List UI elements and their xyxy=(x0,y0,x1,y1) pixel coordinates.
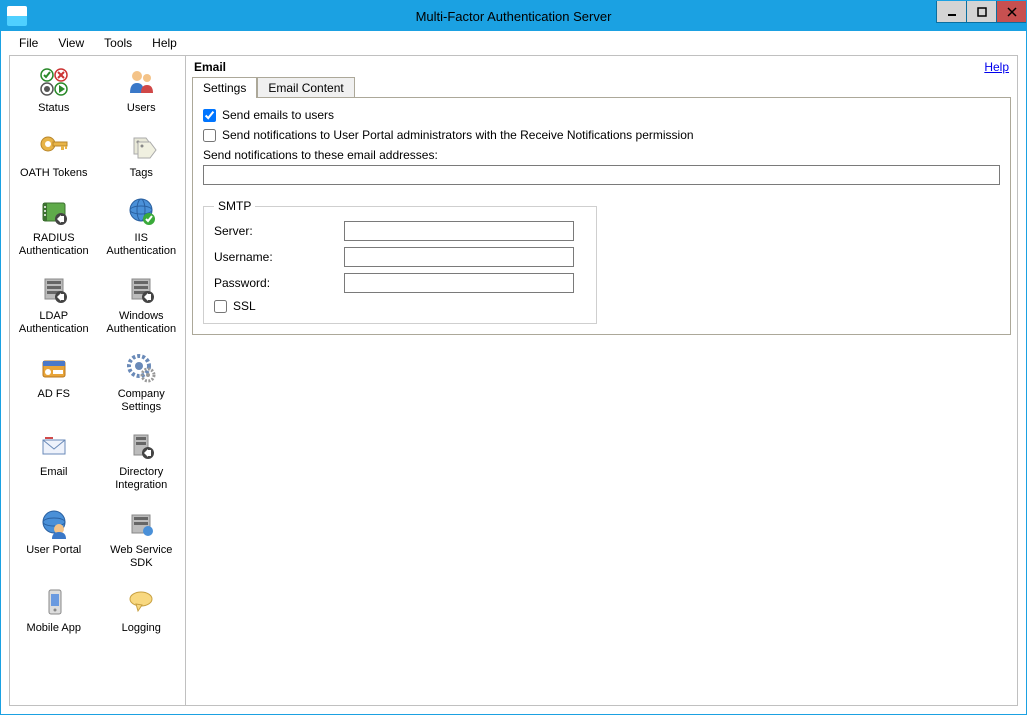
smtp-password-row: Password: xyxy=(214,273,586,293)
smtp-username-input[interactable] xyxy=(344,247,574,267)
minimize-button[interactable] xyxy=(936,1,966,23)
sidebar-item-directory-integration[interactable]: Directory Integration xyxy=(98,424,186,502)
users-icon xyxy=(123,64,159,100)
logging-icon xyxy=(123,584,159,620)
gear-icon xyxy=(123,350,159,386)
ldap-icon xyxy=(36,272,72,308)
app-icon xyxy=(7,6,27,26)
sidebar-item-label: User Portal xyxy=(26,544,81,557)
menu-view[interactable]: View xyxy=(50,34,92,52)
sidebar-item-label: Directory Integration xyxy=(100,466,184,492)
sidebar-item-oath-tokens[interactable]: OATH Tokens xyxy=(10,125,98,190)
send-emails-label: Send emails to users xyxy=(222,108,334,122)
tab-body-settings: Send emails to users Send notifications … xyxy=(192,98,1011,335)
sidebar-item-windows-authentication[interactable]: Windows Authentication xyxy=(98,268,186,346)
tab-strip: Settings Email Content xyxy=(192,76,1011,98)
sidebar-item-user-portal[interactable]: User Portal xyxy=(10,502,98,580)
smtp-server-input[interactable] xyxy=(344,221,574,241)
sidebar-item-label: Web Service SDK xyxy=(100,544,184,570)
send-notifications-checkbox[interactable] xyxy=(203,129,216,142)
sidebar-item-radius-authentication[interactable]: RADIUS Authentication xyxy=(10,190,98,268)
send-emails-checkbox[interactable] xyxy=(203,109,216,122)
mobile-icon xyxy=(36,584,72,620)
tab-email-content[interactable]: Email Content xyxy=(257,77,354,97)
page-title: Email xyxy=(194,60,226,74)
sidebar-item-logging[interactable]: Logging xyxy=(98,580,186,645)
sidebar-item-users[interactable]: Users xyxy=(98,60,186,125)
maximize-button[interactable] xyxy=(966,1,996,23)
radius-icon xyxy=(36,194,72,230)
send-notifications-row: Send notifications to User Portal admini… xyxy=(203,128,1000,142)
sidebar-item-label: Windows Authentication xyxy=(100,310,184,336)
sidebar-item-mobile-app[interactable]: Mobile App xyxy=(10,580,98,645)
directory-icon xyxy=(123,428,159,464)
window-title: Multi-Factor Authentication Server xyxy=(1,9,1026,24)
smtp-server-label: Server: xyxy=(214,224,344,238)
send-notifications-label: Send notifications to User Portal admini… xyxy=(222,128,694,142)
sidebar-item-label: LDAP Authentication xyxy=(12,310,96,336)
main-pane: Status Users OATH Tokens Tags xyxy=(9,55,1018,706)
smtp-server-row: Server: xyxy=(214,221,586,241)
smtp-ssl-label: SSL xyxy=(233,299,256,313)
smtp-ssl-checkbox[interactable] xyxy=(214,300,227,313)
smtp-fieldset: SMTP Server: Username: Password: xyxy=(203,199,597,324)
titlebar: Multi-Factor Authentication Server xyxy=(1,1,1026,31)
content-header: Email Help xyxy=(192,60,1011,76)
maximize-icon xyxy=(977,7,987,17)
sidebar-item-label: Logging xyxy=(122,622,161,635)
menubar: File View Tools Help xyxy=(1,31,1026,55)
sidebar-item-ldap-authentication[interactable]: LDAP Authentication xyxy=(10,268,98,346)
tab-settings[interactable]: Settings xyxy=(192,77,257,98)
close-icon xyxy=(1007,7,1017,17)
status-icon xyxy=(36,64,72,100)
email-icon xyxy=(36,428,72,464)
menu-help[interactable]: Help xyxy=(144,34,185,52)
addresses-input[interactable] xyxy=(203,165,1000,185)
addresses-label: Send notifications to these email addres… xyxy=(203,148,1000,162)
adfs-icon xyxy=(36,350,72,386)
app-window: Multi-Factor Authentication Server File … xyxy=(0,0,1027,715)
key-icon xyxy=(36,129,72,165)
sidebar-item-label: Email xyxy=(40,466,68,479)
smtp-username-label: Username: xyxy=(214,250,344,264)
sidebar-item-label: AD FS xyxy=(38,388,70,401)
sidebar-item-label: RADIUS Authentication xyxy=(12,232,96,258)
sidebar-item-label: Company Settings xyxy=(100,388,184,414)
sidebar-item-label: Status xyxy=(38,102,69,115)
minimize-icon xyxy=(947,7,957,17)
user-portal-icon xyxy=(36,506,72,542)
sidebar-item-label: Tags xyxy=(130,167,153,180)
smtp-password-label: Password: xyxy=(214,276,344,290)
iis-icon xyxy=(123,194,159,230)
smtp-legend: SMTP xyxy=(214,199,255,213)
close-button[interactable] xyxy=(996,1,1026,23)
smtp-password-input[interactable] xyxy=(344,273,574,293)
sidebar: Status Users OATH Tokens Tags xyxy=(10,56,186,705)
sidebar-item-label: Users xyxy=(127,102,156,115)
sidebar-item-label: Mobile App xyxy=(27,622,81,635)
send-emails-row: Send emails to users xyxy=(203,108,1000,122)
sidebar-item-web-service-sdk[interactable]: Web Service SDK xyxy=(98,502,186,580)
sidebar-item-iis-authentication[interactable]: IIS Authentication xyxy=(98,190,186,268)
sdk-icon xyxy=(123,506,159,542)
menu-file[interactable]: File xyxy=(11,34,46,52)
window-controls xyxy=(936,1,1026,23)
tags-icon xyxy=(123,129,159,165)
sidebar-item-label: OATH Tokens xyxy=(20,167,87,180)
sidebar-item-company-settings[interactable]: Company Settings xyxy=(98,346,186,424)
sidebar-item-tags[interactable]: Tags xyxy=(98,125,186,190)
content-pane: Email Help Settings Email Content Send e… xyxy=(186,56,1017,705)
sidebar-item-label: IIS Authentication xyxy=(100,232,184,258)
sidebar-item-email[interactable]: Email xyxy=(10,424,98,502)
menu-tools[interactable]: Tools xyxy=(96,34,140,52)
sidebar-item-status[interactable]: Status xyxy=(10,60,98,125)
smtp-username-row: Username: xyxy=(214,247,586,267)
smtp-ssl-row: SSL xyxy=(214,299,586,313)
sidebar-item-adfs[interactable]: AD FS xyxy=(10,346,98,424)
windows-auth-icon xyxy=(123,272,159,308)
help-link[interactable]: Help xyxy=(984,60,1009,74)
